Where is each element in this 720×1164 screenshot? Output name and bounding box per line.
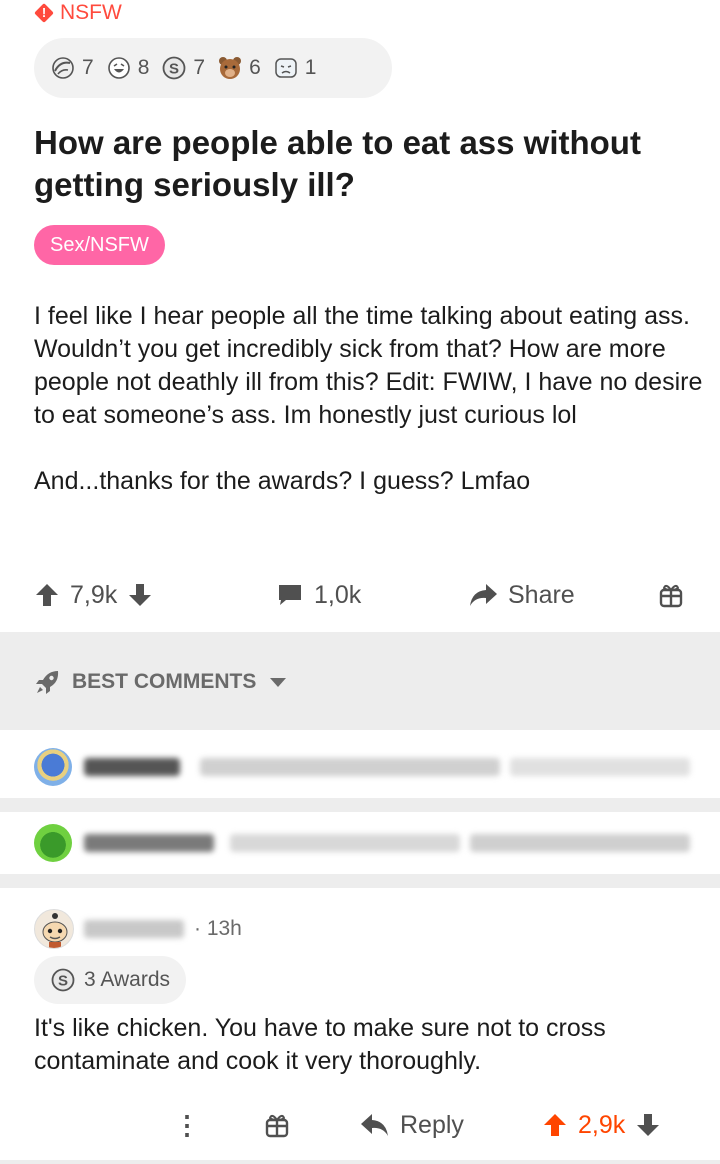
share-arrow-icon: [470, 584, 497, 606]
post-flair[interactable]: Sex/NSFW: [34, 225, 165, 265]
award-sad-count: 1: [304, 56, 317, 79]
post-awards-bar[interactable]: 7 8 S 7 6 1: [34, 38, 392, 98]
share-label: Share: [508, 580, 575, 609]
downvote-arrow-icon[interactable]: [635, 1112, 661, 1138]
collapsed-comment[interactable]: [0, 736, 720, 798]
post-vote-group: 7,9k: [34, 570, 153, 620]
sort-label: BEST COMMENTS: [72, 670, 257, 693]
award-sad: 1: [273, 55, 317, 81]
blurred-username: [84, 758, 180, 776]
comment-body: It's like chicken. You have to make sure…: [34, 1014, 606, 1075]
award-facepalm-count: 7: [82, 56, 94, 79]
reply-button[interactable]: Reply: [360, 1100, 464, 1150]
bear-award-icon: [219, 57, 242, 79]
award-laughing: 8: [106, 55, 150, 81]
rocket-icon: [36, 671, 59, 694]
facepalm-award-icon: [52, 57, 74, 79]
nsfw-warning-icon: [34, 3, 54, 23]
more-options-button[interactable]: ⋮: [174, 1100, 200, 1150]
gift-icon: [265, 1114, 289, 1138]
svg-text:S: S: [169, 61, 179, 78]
svg-text:S: S: [58, 973, 68, 990]
share-button[interactable]: Share: [468, 570, 575, 620]
avatar: [34, 748, 72, 786]
blurred-text: [510, 758, 690, 776]
comment-action-bar: ⋮ Reply 2,9k: [0, 1100, 720, 1150]
post-action-bar: 7,9k 1,0k Share: [0, 570, 720, 620]
blurred-text: [230, 834, 460, 852]
chevron-down-icon: [270, 677, 287, 687]
comment-score: 2,9k: [578, 1110, 626, 1139]
comments-count: 1,0k: [314, 580, 362, 609]
comment-sort-dropdown[interactable]: BEST COMMENTS: [34, 664, 287, 700]
upvote-arrow-icon[interactable]: [34, 582, 60, 608]
nsfw-tag: NSFW: [34, 0, 122, 26]
more-vertical-icon: ⋮: [174, 1109, 200, 1140]
avatar[interactable]: [34, 909, 74, 949]
comment-header: · 13h: [34, 908, 242, 950]
divider: [0, 874, 720, 888]
award-facepalm: 7: [50, 55, 94, 81]
comment-awards-pill[interactable]: S 3 Awards: [34, 956, 186, 1004]
blurred-text: [470, 834, 690, 852]
give-award-button[interactable]: [264, 1100, 290, 1150]
comment-timestamp: · 13h: [194, 917, 242, 940]
award-silver: S 7: [161, 55, 205, 81]
give-award-button[interactable]: [658, 570, 684, 620]
divider: [0, 798, 720, 812]
reply-arrow-icon: [361, 1114, 388, 1136]
sad-face-award-icon: [275, 58, 297, 78]
post-body-paragraph: And...thanks for the awards? I guess? Lm…: [34, 467, 531, 495]
post-score: 7,9k: [70, 580, 118, 609]
upvote-arrow-icon[interactable]: [542, 1112, 568, 1138]
comment-bubble-icon: [279, 585, 301, 605]
award-laughing-count: 8: [137, 56, 150, 79]
collapsed-comment[interactable]: [0, 812, 720, 874]
comments-button[interactable]: 1,0k: [276, 570, 361, 620]
comment-vote-group: 2,9k: [542, 1100, 661, 1150]
nsfw-label: NSFW: [60, 1, 122, 24]
silver-award-icon: S: [51, 968, 75, 992]
divider: [0, 1160, 720, 1164]
gift-icon: [659, 584, 683, 608]
blurred-username: [84, 834, 214, 852]
award-bear: 6: [217, 55, 261, 81]
post-title: How are people able to eat ass without g…: [34, 124, 641, 203]
award-silver-count: 7: [193, 56, 206, 79]
comment-awards-label: 3 Awards: [84, 968, 170, 991]
laughing-face-award-icon: [107, 57, 130, 79]
silver-award-icon: S: [162, 56, 186, 80]
award-bear-count: 6: [249, 56, 261, 79]
downvote-arrow-icon[interactable]: [127, 582, 153, 608]
post-body: I feel like I hear people all the time t…: [34, 300, 704, 531]
blurred-text: [200, 758, 500, 776]
reply-label: Reply: [400, 1110, 464, 1139]
post-body-paragraph: I feel like I hear people all the time t…: [34, 302, 703, 429]
blurred-username[interactable]: [84, 920, 184, 938]
snoo-avatar-icon: [42, 913, 68, 948]
avatar: [34, 824, 72, 862]
